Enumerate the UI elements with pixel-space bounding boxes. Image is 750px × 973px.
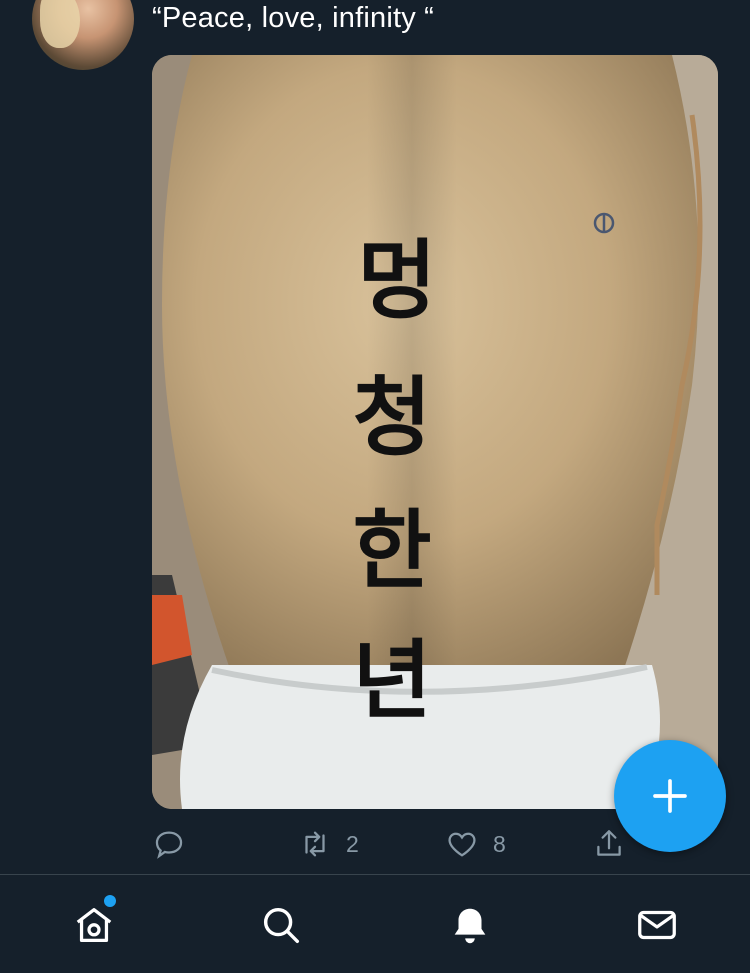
like-count: 8 [493,830,506,857]
avatar[interactable] [32,0,134,70]
speech-bubble-icon [155,831,183,859]
tweet-actions: 2 8 [152,822,652,866]
tweet-text: “Peace, love, infinity “ [152,2,435,34]
reply-button[interactable] [152,822,200,866]
tattoo-char-2: 청 [352,368,431,468]
share-button[interactable] [592,822,626,866]
home-notification-dot [104,895,116,907]
compose-tweet-button[interactable] [614,740,726,852]
tattoo-char-3: 한 [352,501,431,601]
envelope-icon [638,910,676,940]
retweet-button[interactable]: 2 [298,822,359,866]
search-icon [263,907,300,944]
retweet-count: 2 [346,830,359,857]
nav-home[interactable] [70,901,118,949]
tattoo-char-4: 년 [352,631,431,731]
tattoo-char-1: 멍 [357,231,436,331]
nav-messages[interactable] [633,901,681,949]
bell-icon [454,908,486,944]
home-icon [76,908,112,942]
tattoo-photo: 멍 청 한 년 [152,55,718,809]
tweet-media-image[interactable]: 멍 청 한 년 [152,55,718,809]
nav-search[interactable] [257,901,305,949]
nav-notifications[interactable] [446,901,494,949]
like-button[interactable]: 8 [445,822,506,866]
avatar-hair [40,0,80,48]
bottom-navigation [0,875,750,973]
plus-icon [653,779,687,813]
heart-icon [448,832,476,857]
share-icon [597,830,621,856]
retweet-icon [305,831,325,857]
